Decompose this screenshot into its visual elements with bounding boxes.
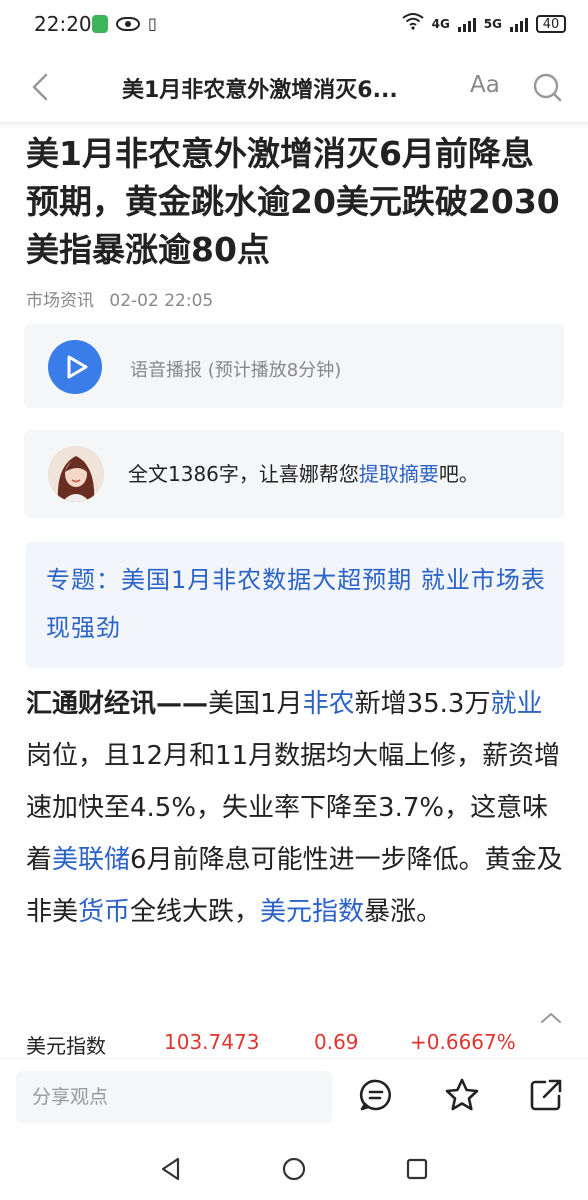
article-body: 汇通财经讯——美国1月非农新增35.3万就业岗位，且12月和11月数据均大幅上修…	[26, 678, 566, 938]
system-nav-bar	[0, 1140, 588, 1200]
eye-comfort-icon	[116, 16, 140, 31]
play-button[interactable]	[48, 340, 102, 394]
quote-name: 美元指数	[26, 1034, 106, 1058]
search-icon	[533, 73, 562, 102]
ai-summary-card[interactable]: 全文1386字，让喜娜帮您提取摘要吧。	[24, 430, 564, 518]
signal-bars-icon	[510, 16, 528, 32]
keyword-link-employment[interactable]: 就业	[490, 689, 542, 719]
topic-card[interactable]: 专题：美国1月非农数据大超预期 就业市场表现强劲	[26, 542, 564, 668]
topic-link[interactable]: 专题：美国1月非农数据大超预期 就业市场表现强劲	[46, 556, 546, 652]
play-icon	[67, 355, 88, 379]
quote-change: 0.69	[314, 1030, 359, 1054]
keyword-link-currency[interactable]: 货币	[78, 897, 130, 927]
audio-broadcast-card[interactable]: 语音播报 (预计播放8分钟)	[24, 324, 564, 408]
quote-price: 103.7473	[164, 1030, 260, 1054]
bottom-toolbar	[0, 1058, 588, 1141]
keyword-link-dollar-index[interactable]: 美元指数	[260, 897, 364, 927]
network-4g-label: 4G	[431, 16, 450, 31]
share-icon	[530, 1079, 562, 1111]
article-meta: 市场资讯 02-02 22:05	[26, 286, 223, 311]
font-size-button[interactable]: Aa	[470, 72, 500, 98]
comment-icon	[359, 1079, 392, 1111]
summary-prefix: 全文1386字，让喜娜帮您	[128, 462, 359, 486]
summary-prompt: 全文1386字，让喜娜帮您提取摘要吧。	[128, 458, 479, 487]
header-divider	[0, 122, 588, 128]
extract-summary-link[interactable]: 提取摘要	[359, 462, 439, 486]
status-left-icons: ▯	[92, 14, 157, 33]
wifi-icon	[401, 12, 424, 35]
audio-label: 语音播报 (预计播放8分钟)	[130, 360, 342, 381]
square-recents-icon	[406, 1158, 428, 1180]
triangle-back-icon	[161, 1157, 180, 1181]
summary-suffix: 吧。	[438, 462, 479, 486]
assistant-avatar	[48, 446, 104, 502]
body-text-6: 暴涨。	[364, 897, 443, 927]
body-text-2: 新增35.3万	[354, 689, 491, 719]
keyword-link-nonfarm[interactable]: 非农	[303, 689, 355, 719]
nav-recents-button[interactable]	[404, 1156, 430, 1186]
status-right-icons: 4G 5G 40	[401, 12, 566, 35]
status-time: 22:20	[34, 12, 92, 36]
nav-back-button[interactable]	[158, 1156, 184, 1186]
back-chevron-icon	[32, 73, 48, 101]
header-title: 美1月非农意外激增消灭6...	[122, 78, 398, 103]
comment-button[interactable]	[358, 1077, 394, 1113]
vibrate-icon: ▯	[148, 14, 157, 33]
share-button[interactable]	[528, 1077, 564, 1113]
star-icon	[445, 1078, 479, 1111]
back-button[interactable]	[26, 70, 56, 104]
quote-row[interactable]: 美元指数 103.7473 0.69 +0.6667%	[0, 1020, 588, 1060]
body-text-5: 全线大跌，	[130, 897, 261, 927]
nav-home-button[interactable]	[281, 1156, 307, 1186]
battery-icon: 40	[536, 14, 566, 33]
favorite-button[interactable]	[444, 1077, 480, 1113]
status-bar: 22:20 ▯ 4G 5G 40	[0, 0, 588, 50]
body-lead: 汇通财经讯——	[26, 689, 209, 719]
quote-percent: +0.6667%	[410, 1030, 516, 1054]
keyword-link-fed[interactable]: 美联储	[52, 845, 130, 875]
circle-home-icon	[282, 1157, 306, 1181]
network-5g-label: 5G	[483, 16, 502, 31]
article-title: 美1月非农意外激增消灭6月前降息预期，黄金跳水逾20美元跌破2030 美指暴涨逾…	[26, 134, 560, 269]
app-notification-icon	[92, 14, 108, 33]
body-text-1: 美国1月	[208, 689, 303, 719]
article-source[interactable]: 市场资讯	[26, 291, 94, 311]
signal-bars-icon	[457, 16, 476, 32]
article-datetime: 02-02 22:05	[109, 291, 214, 311]
comment-input[interactable]	[16, 1071, 332, 1123]
search-button[interactable]	[532, 72, 564, 104]
article-header: 美1月非农意外激增消灭6... Aa	[0, 56, 588, 120]
